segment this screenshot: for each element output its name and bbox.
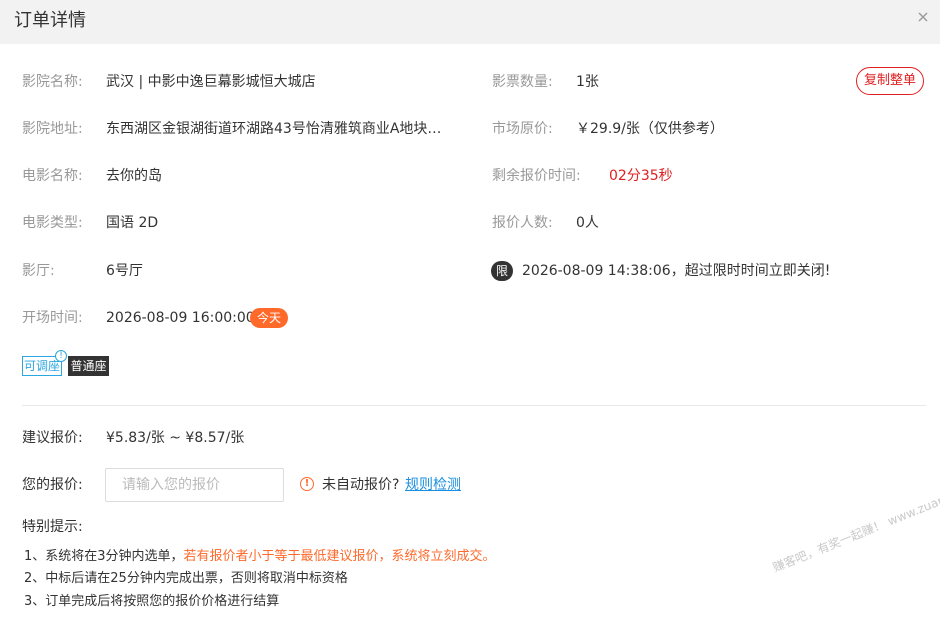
cinema-address-label: 影院地址: <box>22 121 83 137</box>
cinema-address-value: 东西湖区金银湖街道环湖路43号怡清雅筑商业A地块… <box>106 121 442 137</box>
notice-item-3: 3、订单完成后将按照您的报价价格进行结算 <box>24 592 279 612</box>
close-icon[interactable] <box>915 9 931 25</box>
remaining-time-value: 02分35秒 <box>609 168 673 184</box>
ticket-count-label: 影票数量: <box>492 74 553 90</box>
dialog-header: 订单详情 <box>0 0 940 44</box>
bidders-value: 0人 <box>576 215 599 231</box>
notice-item-1-highlight: 若有报价者小于等于最低建议报价，系统将立刻成交。 <box>183 549 496 564</box>
today-badge: 今天 <box>250 308 288 328</box>
market-price-value: ￥29.9/张（仅供参考） <box>576 121 724 137</box>
start-time-label: 开场时间: <box>22 310 83 326</box>
dialog-title: 订单详情 <box>14 10 86 31</box>
watermark: 赚客吧，有奖一起赚！ www.zuanke8.com <box>770 473 940 575</box>
cinema-name-label: 影院名称: <box>22 74 83 90</box>
auto-bid-hint: 未自动报价? <box>322 477 400 493</box>
notice-item-3-text: 3、订单完成后将按照您的报价价格进行结算 <box>24 594 280 609</box>
notice-item-2: 2、中标后请在25分钟内完成出票，否则将取消中标资格 <box>24 569 348 589</box>
market-price-label: 市场原价: <box>492 121 553 137</box>
info-icon[interactable]: ! <box>55 350 67 362</box>
normal-seat-tag: 普通座 <box>68 356 109 376</box>
movie-type-value: 国语 2D <box>106 215 159 231</box>
limit-text: 2026-08-09 14:38:06，超过限时时间立即关闭! <box>522 263 831 279</box>
movie-name-label: 电影名称: <box>22 168 83 184</box>
hall-value: 6号厅 <box>106 263 143 279</box>
hall-label: 影厅: <box>22 263 55 279</box>
warning-icon: ! <box>300 477 314 491</box>
bidders-label: 报价人数: <box>492 215 553 231</box>
movie-name-value: 去你的岛 <box>106 168 162 184</box>
cinema-name-value: 武汉 | 中影中逸巨幕影城恒大城店 <box>106 74 316 90</box>
notice-item-1-prefix: 1、系统将在3分钟内选单， <box>24 549 184 564</box>
start-time-value: 2026-08-09 16:00:00 <box>106 310 255 326</box>
suggested-price-label: 建议报价: <box>22 430 83 446</box>
limit-icon: 限 <box>491 261 513 281</box>
ticket-count-value: 1张 <box>576 74 599 90</box>
your-price-input[interactable] <box>105 468 284 502</box>
remaining-time-label: 剩余报价时间: <box>492 168 581 184</box>
notice-item-2-text: 2、中标后请在25分钟内完成出票，否则将取消中标资格 <box>24 571 348 586</box>
copy-order-button[interactable]: 复制整单 <box>856 67 924 95</box>
divider <box>22 405 926 406</box>
notice-item-1: 1、系统将在3分钟内选单，若有报价者小于等于最低建议报价，系统将立刻成交。 <box>24 547 496 567</box>
suggested-price-value: ¥5.83/张 ~ ¥8.57/张 <box>106 430 245 446</box>
rule-check-link[interactable]: 规则检测 <box>405 475 461 495</box>
movie-type-label: 电影类型: <box>22 215 83 231</box>
notice-title: 特别提示: <box>22 519 83 535</box>
your-price-label: 您的报价: <box>22 477 83 493</box>
